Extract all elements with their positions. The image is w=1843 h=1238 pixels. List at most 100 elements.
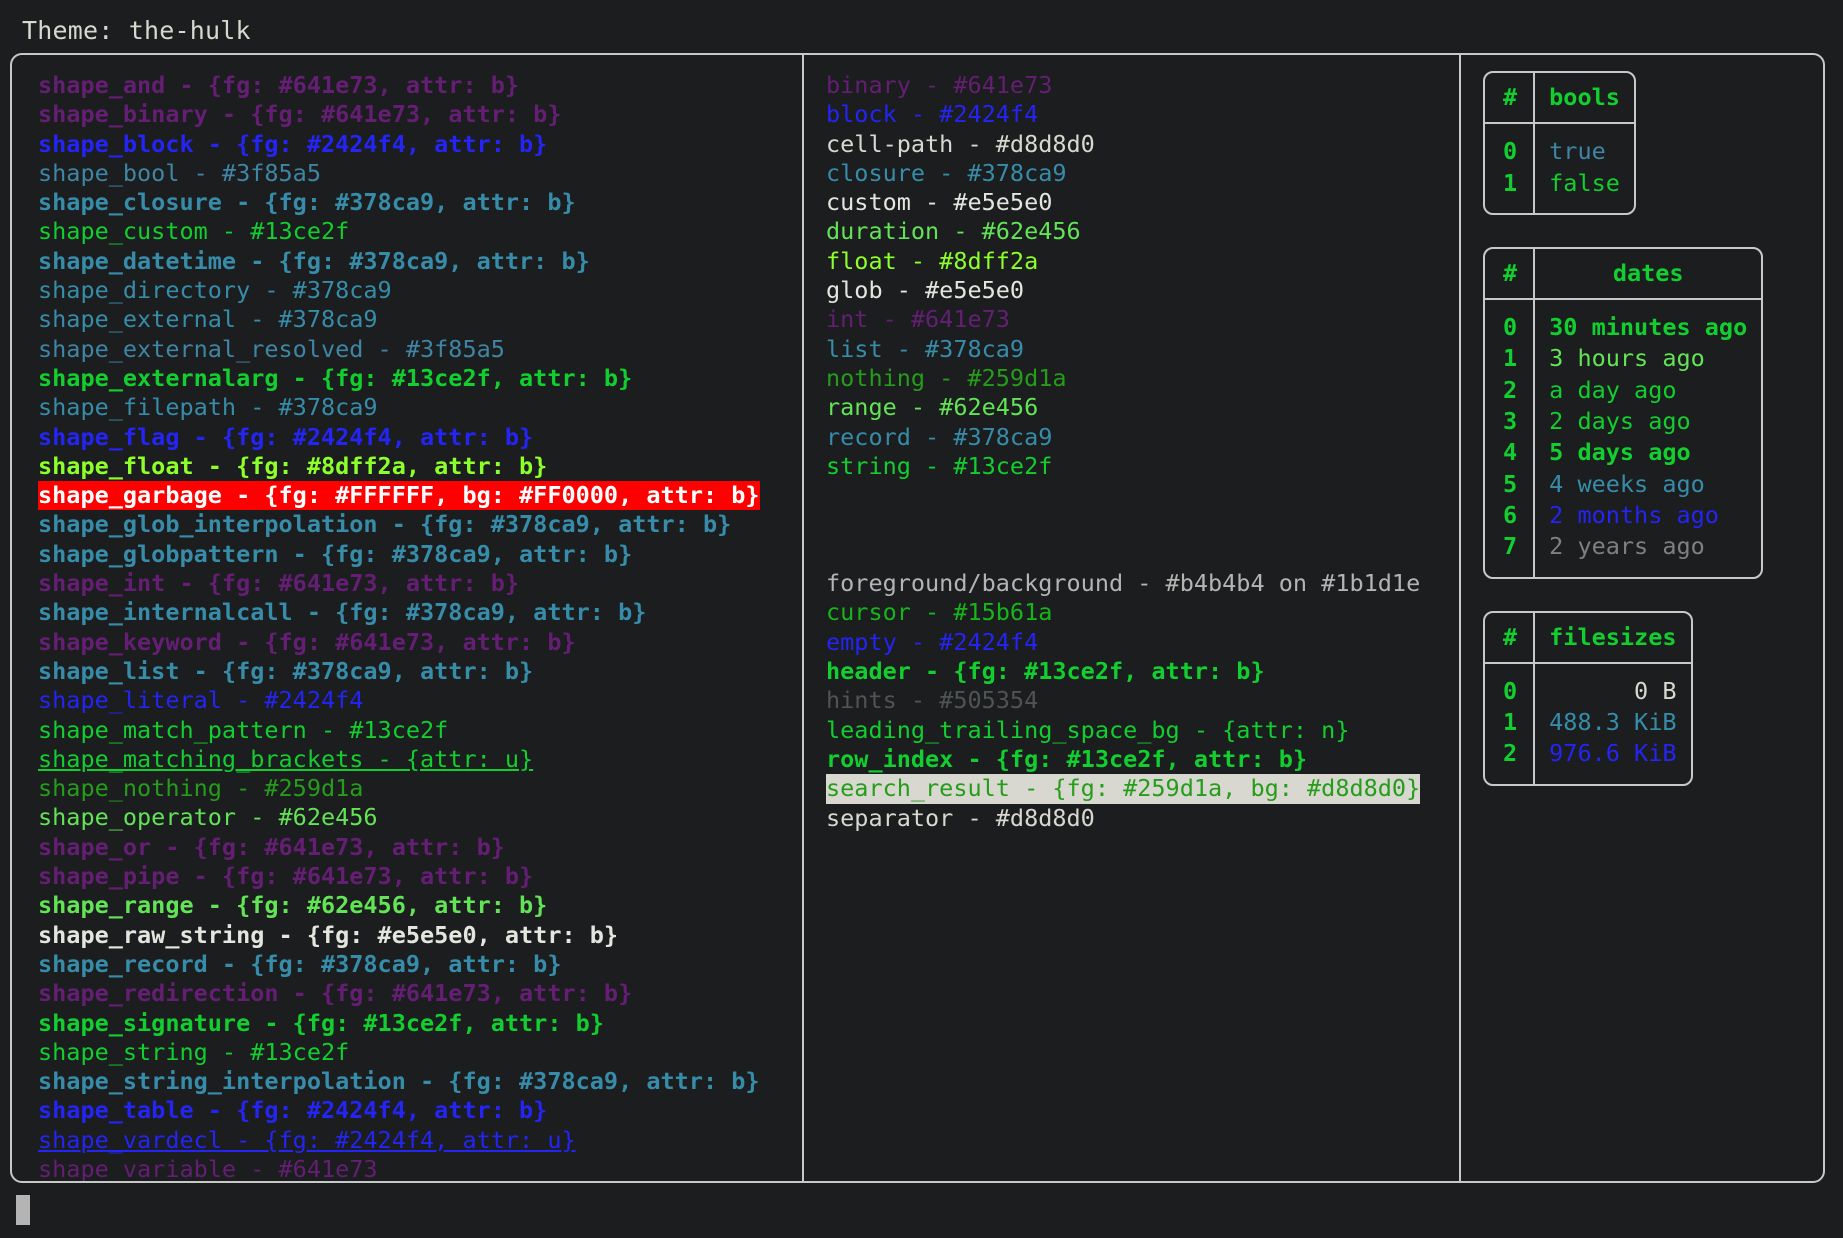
type-entry: float - #8dff2a [826, 246, 1039, 275]
row-index: 7 [1485, 531, 1536, 563]
row-index: 0 [1485, 312, 1536, 344]
table-row: 2 976.6 KiB [1485, 738, 1691, 770]
pad-cell [1485, 300, 1536, 313]
shape-entry: shape_filepath - #378ca9 [38, 393, 378, 422]
terminal-screen: Theme: the-hulk shape_and - {fg: #641e73… [0, 0, 1843, 1238]
row-index: 1 [1485, 167, 1536, 199]
type-entry: string - #13ce2f [826, 451, 1053, 480]
shape-entry: shape_bool - #3f85a5 [38, 158, 321, 187]
bools-table: # bools 0 true 1 false [1483, 71, 1636, 215]
table-row: 4 5 days ago [1485, 437, 1761, 469]
table-body-pad [1485, 300, 1761, 313]
table-row: 1 false [1485, 167, 1634, 199]
row-value: 2 years ago [1549, 532, 1705, 561]
row-value: a day ago [1549, 375, 1677, 404]
shape-entry: shape_record - {fg: #378ca9, attr: b} [38, 949, 562, 978]
ui-entry: cursor - #15b61a [826, 598, 1053, 627]
shape-entry: shape_literal - #2424f4 [38, 686, 364, 715]
pad-cell [1534, 300, 1761, 312]
column-header: dates [1612, 258, 1684, 287]
row-value: 0 B [1634, 676, 1677, 705]
shape-entry: shape_external - #378ca9 [38, 305, 378, 334]
row-value: 3 hours ago [1549, 344, 1705, 373]
shape-entry: shape_binary - {fg: #641e73, attr: b} [38, 100, 562, 129]
terminal-cursor [16, 1195, 30, 1225]
shape-entry: shape_range - {fg: #62e456, attr: b} [38, 891, 548, 920]
shape-entry: shape_external_resolved - #3f85a5 [38, 334, 505, 363]
type-entry: closure - #378ca9 [826, 158, 1067, 187]
theme-title: Theme: the-hulk [22, 16, 251, 45]
shape-entry: shape_nothing - #259d1a [38, 774, 364, 803]
shape-entry: shape_match_pattern - #13ce2f [38, 715, 449, 744]
shape-entry: shape_directory - #378ca9 [38, 276, 392, 305]
row-index: 2 [1485, 738, 1536, 770]
row-value: 2 months ago [1549, 500, 1719, 529]
row-index: 3 [1485, 406, 1536, 438]
pad-cell [1485, 769, 1536, 784]
type-entry: glob - #e5e5e0 [826, 276, 1025, 305]
tables-pane: # bools 0 true 1 false # dates 0 30 minutes ago 1 3… [1459, 55, 1823, 1181]
column-header: # [1485, 612, 1536, 662]
table-row: 3 2 days ago [1485, 406, 1761, 438]
shape-entry: shape_vardecl - {fg: #2424f4, attr: u} [38, 1125, 576, 1154]
ui-entry: separator - #d8d8d0 [826, 803, 1095, 832]
shape-entry: shape_signature - {fg: #13ce2f, attr: b} [38, 1008, 604, 1037]
table-row: 2 a day ago [1485, 374, 1761, 407]
pane-gap [826, 481, 1459, 569]
type-entry: block - #2424f4 [826, 100, 1039, 129]
shape-entry: shape_string_interpolation - {fg: #378ca… [38, 1067, 760, 1096]
types-pane: binary - #641e73 block - #2424f4 cell-path… [802, 55, 1459, 1181]
ui-entry: leading_trailing_space_bg - {attr: n} [826, 715, 1350, 744]
row-index: 6 [1485, 499, 1536, 532]
table-header-row: # filesizes [1485, 612, 1691, 662]
pad-cell [1485, 124, 1536, 137]
shape-entry: shape_list - {fg: #378ca9, attr: b} [38, 656, 534, 685]
table-row: 5 4 weeks ago [1485, 468, 1761, 500]
type-entry: custom - #e5e5e0 [826, 188, 1053, 217]
table-bottom-pad [1485, 198, 1634, 213]
table-header-row: # dates [1485, 248, 1761, 299]
pad-cell [1534, 199, 1634, 213]
dates-table: # dates 0 30 minutes ago 1 3 hours ago 2 a day … [1483, 246, 1764, 579]
type-entry: record - #378ca9 [826, 422, 1053, 451]
row-index: 5 [1485, 468, 1536, 500]
table-header-row: # bools [1485, 73, 1634, 123]
row-value: false [1549, 168, 1620, 197]
pad-cell [1534, 124, 1634, 136]
ui-entry: hints - #505354 [826, 686, 1039, 715]
shape-entry: shape_redirection - {fg: #641e73, attr: … [38, 979, 633, 1008]
row-value: 5 days ago [1549, 438, 1691, 467]
shape-entry: shape_operator - #62e456 [38, 803, 378, 832]
pad-cell [1534, 563, 1761, 577]
row-index: 1 [1485, 343, 1536, 375]
shape-entry: shape_raw_string - {fg: #e5e5e0, attr: b… [38, 920, 619, 949]
preview-frame: shape_and - {fg: #641e73, attr: b} shape_… [10, 53, 1825, 1183]
pad-cell [1485, 663, 1536, 676]
shape-entry: shape_custom - #13ce2f [38, 217, 350, 246]
pad-cell [1485, 562, 1536, 577]
shape-entry: shape_datetime - {fg: #378ca9, attr: b} [38, 246, 590, 275]
shape-entry: shape_globpattern - {fg: #378ca9, attr: … [38, 539, 633, 568]
row-value: 976.6 KiB [1549, 739, 1677, 768]
ui-entry: header - {fg: #13ce2f, attr: b} [826, 657, 1265, 686]
shape-entry: shape_block - {fg: #2424f4, attr: b} [38, 129, 548, 158]
row-index: 4 [1485, 437, 1536, 469]
table-row: 0 true [1485, 136, 1634, 168]
row-index: 2 [1485, 374, 1536, 407]
ui-entry: row_index - {fg: #13ce2f, attr: b} [826, 744, 1308, 773]
table-row: 1 488.3 KiB [1485, 707, 1691, 739]
filesizes-table: # filesizes 0 0 B 1 488.3 KiB 2 976.6 KiB [1483, 610, 1693, 786]
shape-entry: shape_pipe - {fg: #641e73, attr: b} [38, 862, 534, 891]
row-value: 4 weeks ago [1549, 469, 1705, 498]
shape-entry: shape_matching_brackets - {attr: u} [38, 744, 534, 773]
shape-entry: shape_variable - #641e73 [38, 1154, 378, 1181]
pad-cell [1534, 664, 1690, 676]
shape-entry: shape_internalcall - {fg: #378ca9, attr:… [38, 598, 647, 627]
row-index: 0 [1485, 136, 1536, 168]
ui-entry: foreground/background - #b4b4b4 on #1b1d… [826, 569, 1421, 598]
table-body-pad [1485, 663, 1691, 676]
type-entry: binary - #641e73 [826, 71, 1053, 99]
column-header: filesizes [1549, 622, 1677, 651]
type-entry: list - #378ca9 [826, 334, 1025, 363]
table-bottom-pad [1485, 769, 1691, 784]
